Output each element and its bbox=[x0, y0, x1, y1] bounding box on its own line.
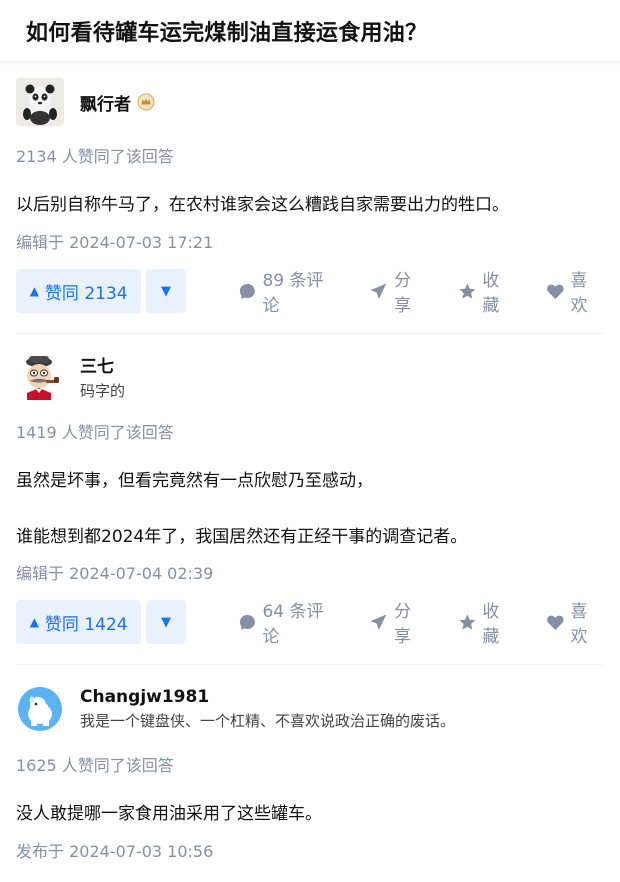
share-icon bbox=[370, 283, 387, 299]
like-label: 喜欢 bbox=[570, 602, 588, 647]
votes-summary: 1419 人赞同了该回答 bbox=[16, 423, 174, 442]
edit-time[interactable]: 编辑于 2024-07-03 17:21 bbox=[16, 229, 604, 253]
collect-button[interactable]: 收藏 bbox=[458, 597, 516, 647]
downvote-button[interactable]: ▼ bbox=[146, 269, 186, 313]
paragraph: 以后别自称牛马了，在农村谁家会这么糟践自家需要出力的牲口。 bbox=[16, 195, 509, 215]
upvote-triangle-icon: ▲ bbox=[29, 284, 39, 298]
comment-icon bbox=[239, 614, 255, 630]
like-button[interactable]: 喜欢 bbox=[546, 266, 604, 316]
answer-card: 飘行者 2134 人赞同了该回答 以后别自称牛马了，在农村谁家会这么糟践自家需要… bbox=[0, 62, 620, 316]
edit-time[interactable]: 编辑于 2024-07-04 02:39 bbox=[16, 560, 604, 584]
star-icon bbox=[458, 614, 475, 630]
author-name[interactable]: 飘行者 bbox=[80, 90, 131, 115]
comment-button[interactable]: 89 条评论 bbox=[238, 266, 340, 316]
like-button[interactable]: 喜欢 bbox=[546, 597, 604, 647]
share-icon bbox=[370, 614, 387, 630]
author-row: Changjw1981 我是一个键盘侠、一个杠精、不喜欢说政治正确的废话。 bbox=[16, 685, 604, 733]
upvote-label: 赞同 2134 bbox=[44, 283, 128, 304]
answer-card: Changjw1981 我是一个键盘侠、一个杠精、不喜欢说政治正确的废话。 16… bbox=[0, 665, 620, 862]
star-icon bbox=[458, 283, 475, 299]
votes-summary: 2134 人赞同了该回答 bbox=[16, 147, 174, 166]
heart-icon bbox=[546, 284, 564, 299]
collect-label: 收藏 bbox=[482, 271, 500, 316]
share-label: 分享 bbox=[394, 602, 412, 647]
upvote-button[interactable]: ▲ 赞同 1424 bbox=[16, 600, 142, 644]
comment-icon bbox=[239, 283, 255, 299]
author-bio: 码字的 bbox=[80, 381, 126, 400]
collect-label: 收藏 bbox=[482, 602, 500, 647]
votes-summary: 1625 人赞同了该回答 bbox=[16, 756, 174, 775]
answer-content: 虽然是坏事，但看完竟然有一点欣慰乃至感动， 谁能想到都2024年了，我国居然还有… bbox=[16, 468, 604, 551]
downvote-triangle-icon: ▼ bbox=[161, 614, 171, 630]
upvote-triangle-icon: ▲ bbox=[29, 615, 39, 629]
paragraph: 虽然是坏事，但看完竟然有一点欣慰乃至感动， bbox=[16, 471, 373, 491]
action-bar: ▲ 赞同 2134 ▼ 89 条评论 分享 收藏 喜欢 bbox=[16, 266, 604, 316]
paragraph: 谁能想到都2024年了，我国居然还有正经干事的调查记者。 bbox=[16, 527, 468, 547]
creator-badge-icon bbox=[137, 93, 155, 111]
avatar[interactable] bbox=[16, 685, 64, 733]
share-button[interactable]: 分享 bbox=[369, 266, 427, 316]
comment-count: 64 条评论 bbox=[262, 602, 324, 647]
upvote-button[interactable]: ▲ 赞同 2134 bbox=[16, 269, 142, 313]
paragraph: 没人敢提哪一家食用油采用了这些罐车。 bbox=[16, 804, 322, 824]
avatar[interactable] bbox=[16, 352, 64, 400]
comment-button[interactable]: 64 条评论 bbox=[238, 597, 340, 647]
author-name[interactable]: Changjw1981 bbox=[80, 687, 455, 707]
heart-icon bbox=[546, 615, 564, 630]
author-name[interactable]: 三七 bbox=[80, 352, 125, 377]
publish-time[interactable]: 发布于 2024-07-03 10:56 bbox=[16, 838, 604, 862]
author-bio: 我是一个键盘侠、一个杠精、不喜欢说政治正确的废话。 bbox=[80, 712, 456, 730]
author-row: 飘行者 bbox=[16, 78, 604, 126]
answer-card: 三七 码字的 1419 人赞同了该回答 虽然是坏事，但看完竟然有一点欣慰乃至感动… bbox=[0, 334, 620, 647]
downvote-button[interactable]: ▼ bbox=[146, 600, 186, 644]
collect-button[interactable]: 收藏 bbox=[458, 266, 516, 316]
action-bar: ▲ 赞同 1424 ▼ 64 条评论 分享 收藏 喜欢 bbox=[16, 597, 604, 647]
like-label: 喜欢 bbox=[570, 271, 588, 316]
question-title[interactable]: 如何看待罐车运完煤制油直接运食用油？ bbox=[26, 15, 427, 47]
question-header: 如何看待罐车运完煤制油直接运食用油？ bbox=[0, 0, 620, 62]
answer-content: 以后别自称牛马了，在农村谁家会这么糟践自家需要出力的牲口。 bbox=[16, 192, 604, 219]
comment-count: 89 条评论 bbox=[262, 271, 324, 316]
avatar[interactable] bbox=[16, 78, 64, 126]
share-button[interactable]: 分享 bbox=[369, 597, 427, 647]
share-label: 分享 bbox=[394, 271, 412, 316]
upvote-label: 赞同 1424 bbox=[44, 614, 128, 635]
author-row: 三七 码字的 bbox=[16, 352, 604, 400]
downvote-triangle-icon: ▼ bbox=[161, 283, 171, 299]
answer-content: 没人敢提哪一家食用油采用了这些罐车。 bbox=[16, 801, 604, 828]
